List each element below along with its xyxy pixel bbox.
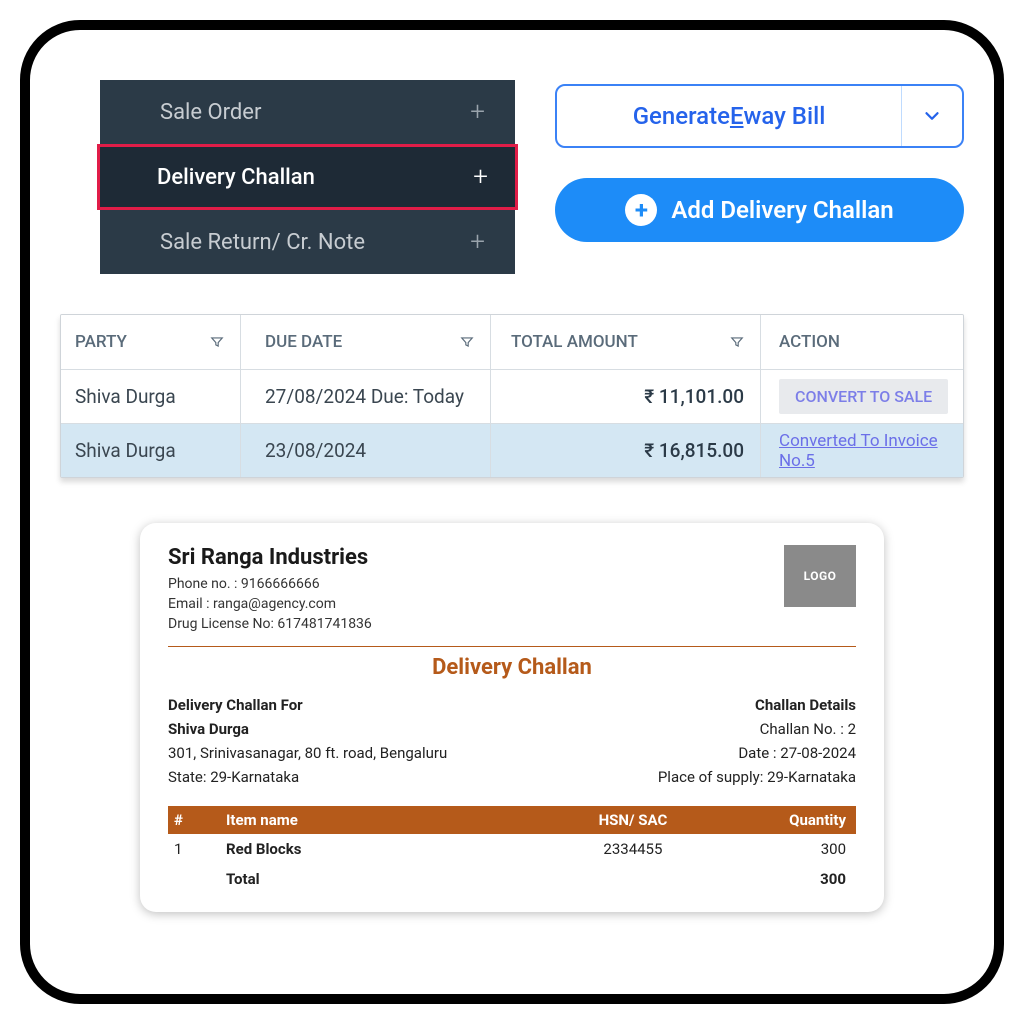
license-label: Drug License No: [168,616,277,632]
add-dc-label: Add Delivery Challan [671,196,893,224]
company-info: Sri Ranga Industries Phone no. : 9166666… [168,545,372,636]
plus-icon[interactable]: + [473,162,488,192]
convert-to-sale-button[interactable]: CONVERT TO SALE [779,379,948,414]
header-action-label: ACTION [779,332,840,352]
phone-label: Phone no. : [168,576,241,592]
challan-date: Date : 27-08-2024 [658,744,856,762]
cell-party: Shiva Durga [61,370,241,423]
plus-circle-icon: + [625,194,657,226]
doc-meta: Delivery Challan For Shiva Durga 301, Sr… [168,696,856,792]
item-row: 1 Red Blocks 2334455 300 [168,834,856,864]
col-qty: Quantity [740,811,850,829]
due-text: 23/08/2024 [265,439,366,462]
table-row[interactable]: Shiva Durga 27/08/2024 Due: Today ₹ 11,1… [61,369,963,423]
blank [526,870,740,888]
eway-text-suffix: way Bill [744,102,826,130]
doc-header: Sri Ranga Industries Phone no. : 9166666… [168,545,856,636]
amount-text: ₹ 11,101.00 [644,385,744,408]
cell-action: Converted To Invoice No.5 [761,424,963,477]
cell-due: 27/08/2024 Due: Today [241,370,491,423]
col-num: # [174,811,226,829]
challan-no: Challan No. : 2 [658,720,856,738]
header-total-amount: TOTAL AMOUNT [491,315,761,369]
divider [168,646,856,647]
action-buttons: Generate Eway Bill + Add Delivery Challa… [555,84,964,242]
eway-text-underline: E [730,102,744,130]
app-window: Sale Order + Delivery Challan + Sale Ret… [20,20,1004,1004]
recipient-address: 301, Srinivasanagar, 80 ft. road, Bengal… [168,744,447,762]
challan-document-preview: Sri Ranga Industries Phone no. : 9166666… [140,523,884,912]
challan-details-block: Challan Details Challan No. : 2 Date : 2… [658,696,856,792]
logo-placeholder: LOGO [784,545,856,607]
menu-sale-return[interactable]: Sale Return/ Cr. Note + [100,210,515,274]
place-of-supply: Place of supply: 29-Karnataka [658,768,856,786]
recipient-heading: Delivery Challan For [168,696,447,714]
company-phone: Phone no. : 9166666666 [168,576,372,592]
top-controls: Sale Order + Delivery Challan + Sale Ret… [60,80,964,274]
menu-sale-order[interactable]: Sale Order + [100,80,515,144]
company-name: Sri Ranga Industries [168,545,372,570]
item-num: 1 [174,840,226,858]
email-label: Email : [168,596,213,612]
company-license: Drug License No: 617481741836 [168,616,372,632]
cell-amount: ₹ 11,101.00 [491,370,761,423]
email-value: ranga@agency.com [213,596,336,612]
header-due-label: DUE DATE [265,332,342,352]
menu-label: Delivery Challan [157,165,315,190]
transaction-type-menu: Sale Order + Delivery Challan + Sale Ret… [100,80,515,274]
menu-label: Sale Return/ Cr. Note [160,230,365,255]
company-email: Email : ranga@agency.com [168,596,372,612]
generate-eway-button[interactable]: Generate Eway Bill [555,84,964,148]
total-row: Total 300 [168,864,856,894]
amount-text: ₹ 16,815.00 [644,439,744,462]
challan-table: PARTY DUE DATE TOTAL AMOUNT ACTION Shiva… [60,314,964,478]
total-qty: 300 [740,870,850,888]
document-title: Delivery Challan [168,655,856,680]
menu-label: Sale Order [160,100,261,125]
recipient-name: Shiva Durga [168,720,447,738]
blank [174,870,226,888]
eway-label: Generate Eway Bill [557,86,902,146]
details-heading: Challan Details [658,696,856,714]
filter-icon[interactable] [210,335,224,349]
party-text: Shiva Durga [75,385,176,408]
cell-amount: ₹ 16,815.00 [491,424,761,477]
cell-party: Shiva Durga [61,424,241,477]
due-text: 27/08/2024 Due: Today [265,385,464,408]
party-text: Shiva Durga [75,439,176,462]
license-value: 617481741836 [277,616,371,632]
filter-icon[interactable] [730,335,744,349]
header-party: PARTY [61,315,241,369]
plus-icon[interactable]: + [470,227,485,257]
recipient-block: Delivery Challan For Shiva Durga 301, Sr… [168,696,447,792]
header-party-label: PARTY [75,332,127,352]
item-qty: 300 [740,840,850,858]
table-row[interactable]: Shiva Durga 23/08/2024 ₹ 16,815.00 Conve… [61,423,963,477]
converted-invoice-link[interactable]: Converted To Invoice No.5 [779,431,963,471]
item-name: Red Blocks [226,840,526,858]
col-item-name: Item name [226,811,526,829]
filter-icon[interactable] [460,335,474,349]
eway-text-prefix: Generate [633,102,730,130]
plus-icon[interactable]: + [470,97,485,127]
phone-value: 9166666666 [241,576,320,592]
total-label: Total [226,870,526,888]
add-delivery-challan-button[interactable]: + Add Delivery Challan [555,178,964,242]
table-header-row: PARTY DUE DATE TOTAL AMOUNT ACTION [61,315,963,369]
eway-dropdown-caret[interactable] [902,86,962,146]
menu-delivery-challan[interactable]: Delivery Challan + [97,144,518,210]
chevron-down-icon [921,105,943,127]
item-hsn: 2334455 [526,840,740,858]
items-header-row: # Item name HSN/ SAC Quantity [168,806,856,834]
cell-due: 23/08/2024 [241,424,491,477]
header-amount-label: TOTAL AMOUNT [511,332,638,352]
col-hsn: HSN/ SAC [526,811,740,829]
header-action: ACTION [761,315,963,369]
cell-action: CONVERT TO SALE [761,370,963,423]
recipient-state: State: 29-Karnataka [168,768,447,786]
header-due-date: DUE DATE [241,315,491,369]
